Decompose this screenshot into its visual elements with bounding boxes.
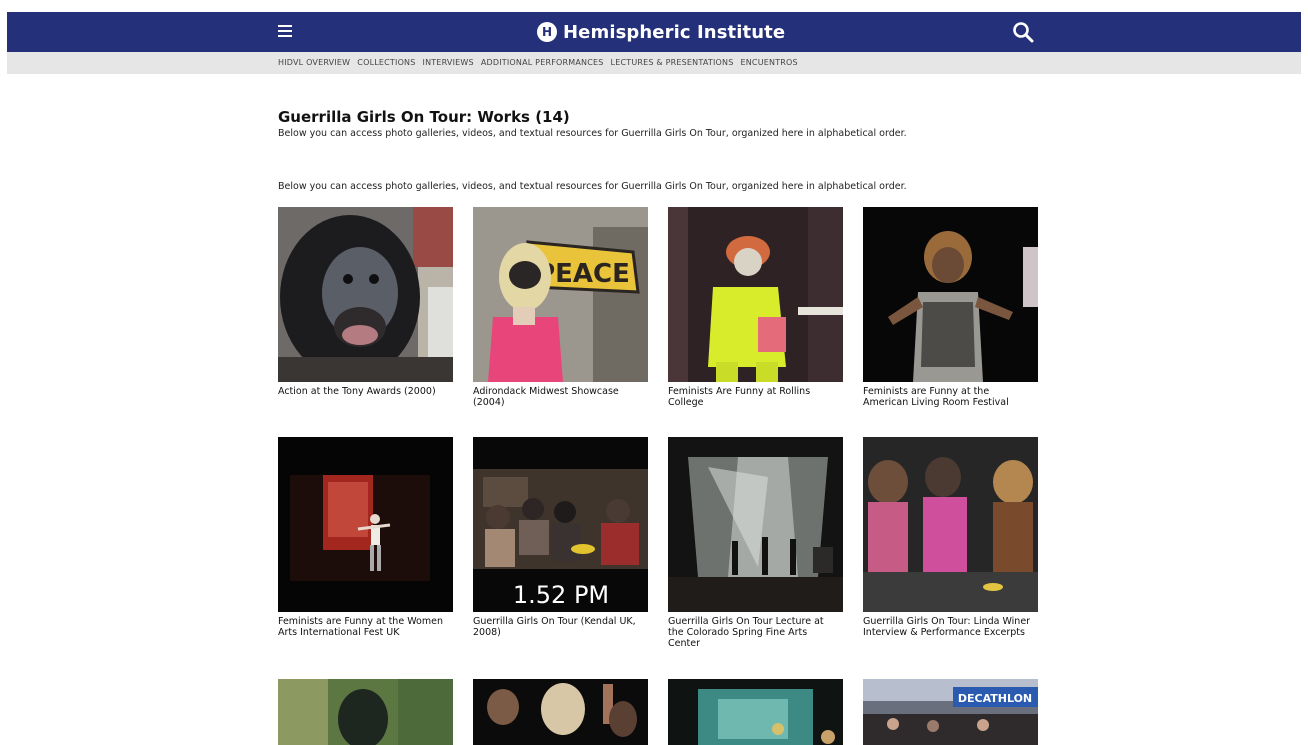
page-title: Guerrilla Girls On Tour: Works (14) — [278, 108, 570, 126]
work-card[interactable]: PEACE Adirondack Midwest Showcase (2004) — [473, 207, 648, 408]
brand-link[interactable]: H Hemispheric Institute — [537, 20, 785, 44]
work-card[interactable]: Action at the Tony Awards (2000) — [278, 207, 453, 397]
work-card[interactable] — [278, 679, 453, 745]
subnav-additional-performances[interactable]: ADDITIONAL PERFORMANCES — [481, 58, 604, 67]
work-card[interactable]: Feminists are Funny at the Women Arts In… — [278, 437, 453, 638]
work-card[interactable]: 1.52 PM Guerrilla Girls On Tour (Kendal … — [473, 437, 648, 638]
search-icon[interactable] — [1012, 21, 1034, 43]
work-thumbnail[interactable] — [278, 207, 453, 382]
work-thumbnail[interactable] — [278, 437, 453, 612]
work-card[interactable] — [668, 679, 843, 745]
brand-logo-icon: H — [537, 22, 557, 42]
work-thumbnail[interactable] — [473, 679, 648, 745]
subnav-hidvl-overview[interactable]: HIDVL OVERVIEW — [278, 58, 350, 67]
intro-text: Below you can access photo galleries, vi… — [278, 128, 907, 139]
work-card[interactable]: Feminists Are Funny at Rollins College — [668, 207, 843, 408]
subnav-interviews[interactable]: INTERVIEWS — [423, 58, 474, 67]
subnav-collections[interactable]: COLLECTIONS — [357, 58, 415, 67]
work-card[interactable]: Guerrilla Girls On Tour Lecture at the C… — [668, 437, 843, 649]
work-title[interactable]: Guerrilla Girls On Tour: Linda Winer Int… — [863, 616, 1035, 638]
work-title[interactable]: Guerrilla Girls On Tour Lecture at the C… — [668, 616, 840, 649]
brand-name: Hemispheric Institute — [563, 21, 786, 43]
work-thumbnail[interactable] — [863, 207, 1038, 382]
work-title[interactable]: Action at the Tony Awards (2000) — [278, 386, 450, 397]
store-sign-text: DECATHLON — [958, 692, 1032, 705]
work-thumbnail[interactable]: PEACE — [473, 207, 648, 382]
hamburger-menu-icon[interactable] — [278, 25, 292, 39]
work-thumbnail[interactable] — [668, 437, 843, 612]
subnav-encuentros[interactable]: ENCUENTROS — [740, 58, 797, 67]
work-title[interactable]: Feminists Are Funny at Rollins College — [668, 386, 840, 408]
video-timestamp-overlay: 1.52 PM — [513, 581, 609, 609]
work-title[interactable]: Feminists are Funny at the Women Arts In… — [278, 616, 450, 638]
secondary-navigation: HIDVL OVERVIEW COLLECTIONS INTERVIEWS AD… — [7, 52, 1301, 74]
work-title[interactable]: Adirondack Midwest Showcase (2004) — [473, 386, 645, 408]
work-card[interactable]: Feminists are Funny at the American Livi… — [863, 207, 1038, 408]
work-thumbnail[interactable]: 1.52 PM — [473, 437, 648, 612]
work-thumbnail[interactable] — [668, 207, 843, 382]
work-card[interactable]: Guerrilla Girls On Tour: Linda Winer Int… — [863, 437, 1038, 638]
work-thumbnail[interactable] — [863, 437, 1038, 612]
work-title[interactable]: Guerrilla Girls On Tour (Kendal UK, 2008… — [473, 616, 645, 638]
work-card[interactable]: DECATHLON — [863, 679, 1038, 745]
intro-text-repeat: Below you can access photo galleries, vi… — [278, 181, 907, 192]
work-card[interactable] — [473, 679, 648, 745]
work-thumbnail[interactable] — [668, 679, 843, 745]
work-thumbnail[interactable]: DECATHLON — [863, 679, 1038, 745]
work-thumbnail[interactable] — [278, 679, 453, 745]
subnav-lectures-presentations[interactable]: LECTURES & PRESENTATIONS — [611, 58, 734, 67]
top-navigation-bar: H Hemispheric Institute — [7, 12, 1301, 52]
work-title[interactable]: Feminists are Funny at the American Livi… — [863, 386, 1035, 408]
